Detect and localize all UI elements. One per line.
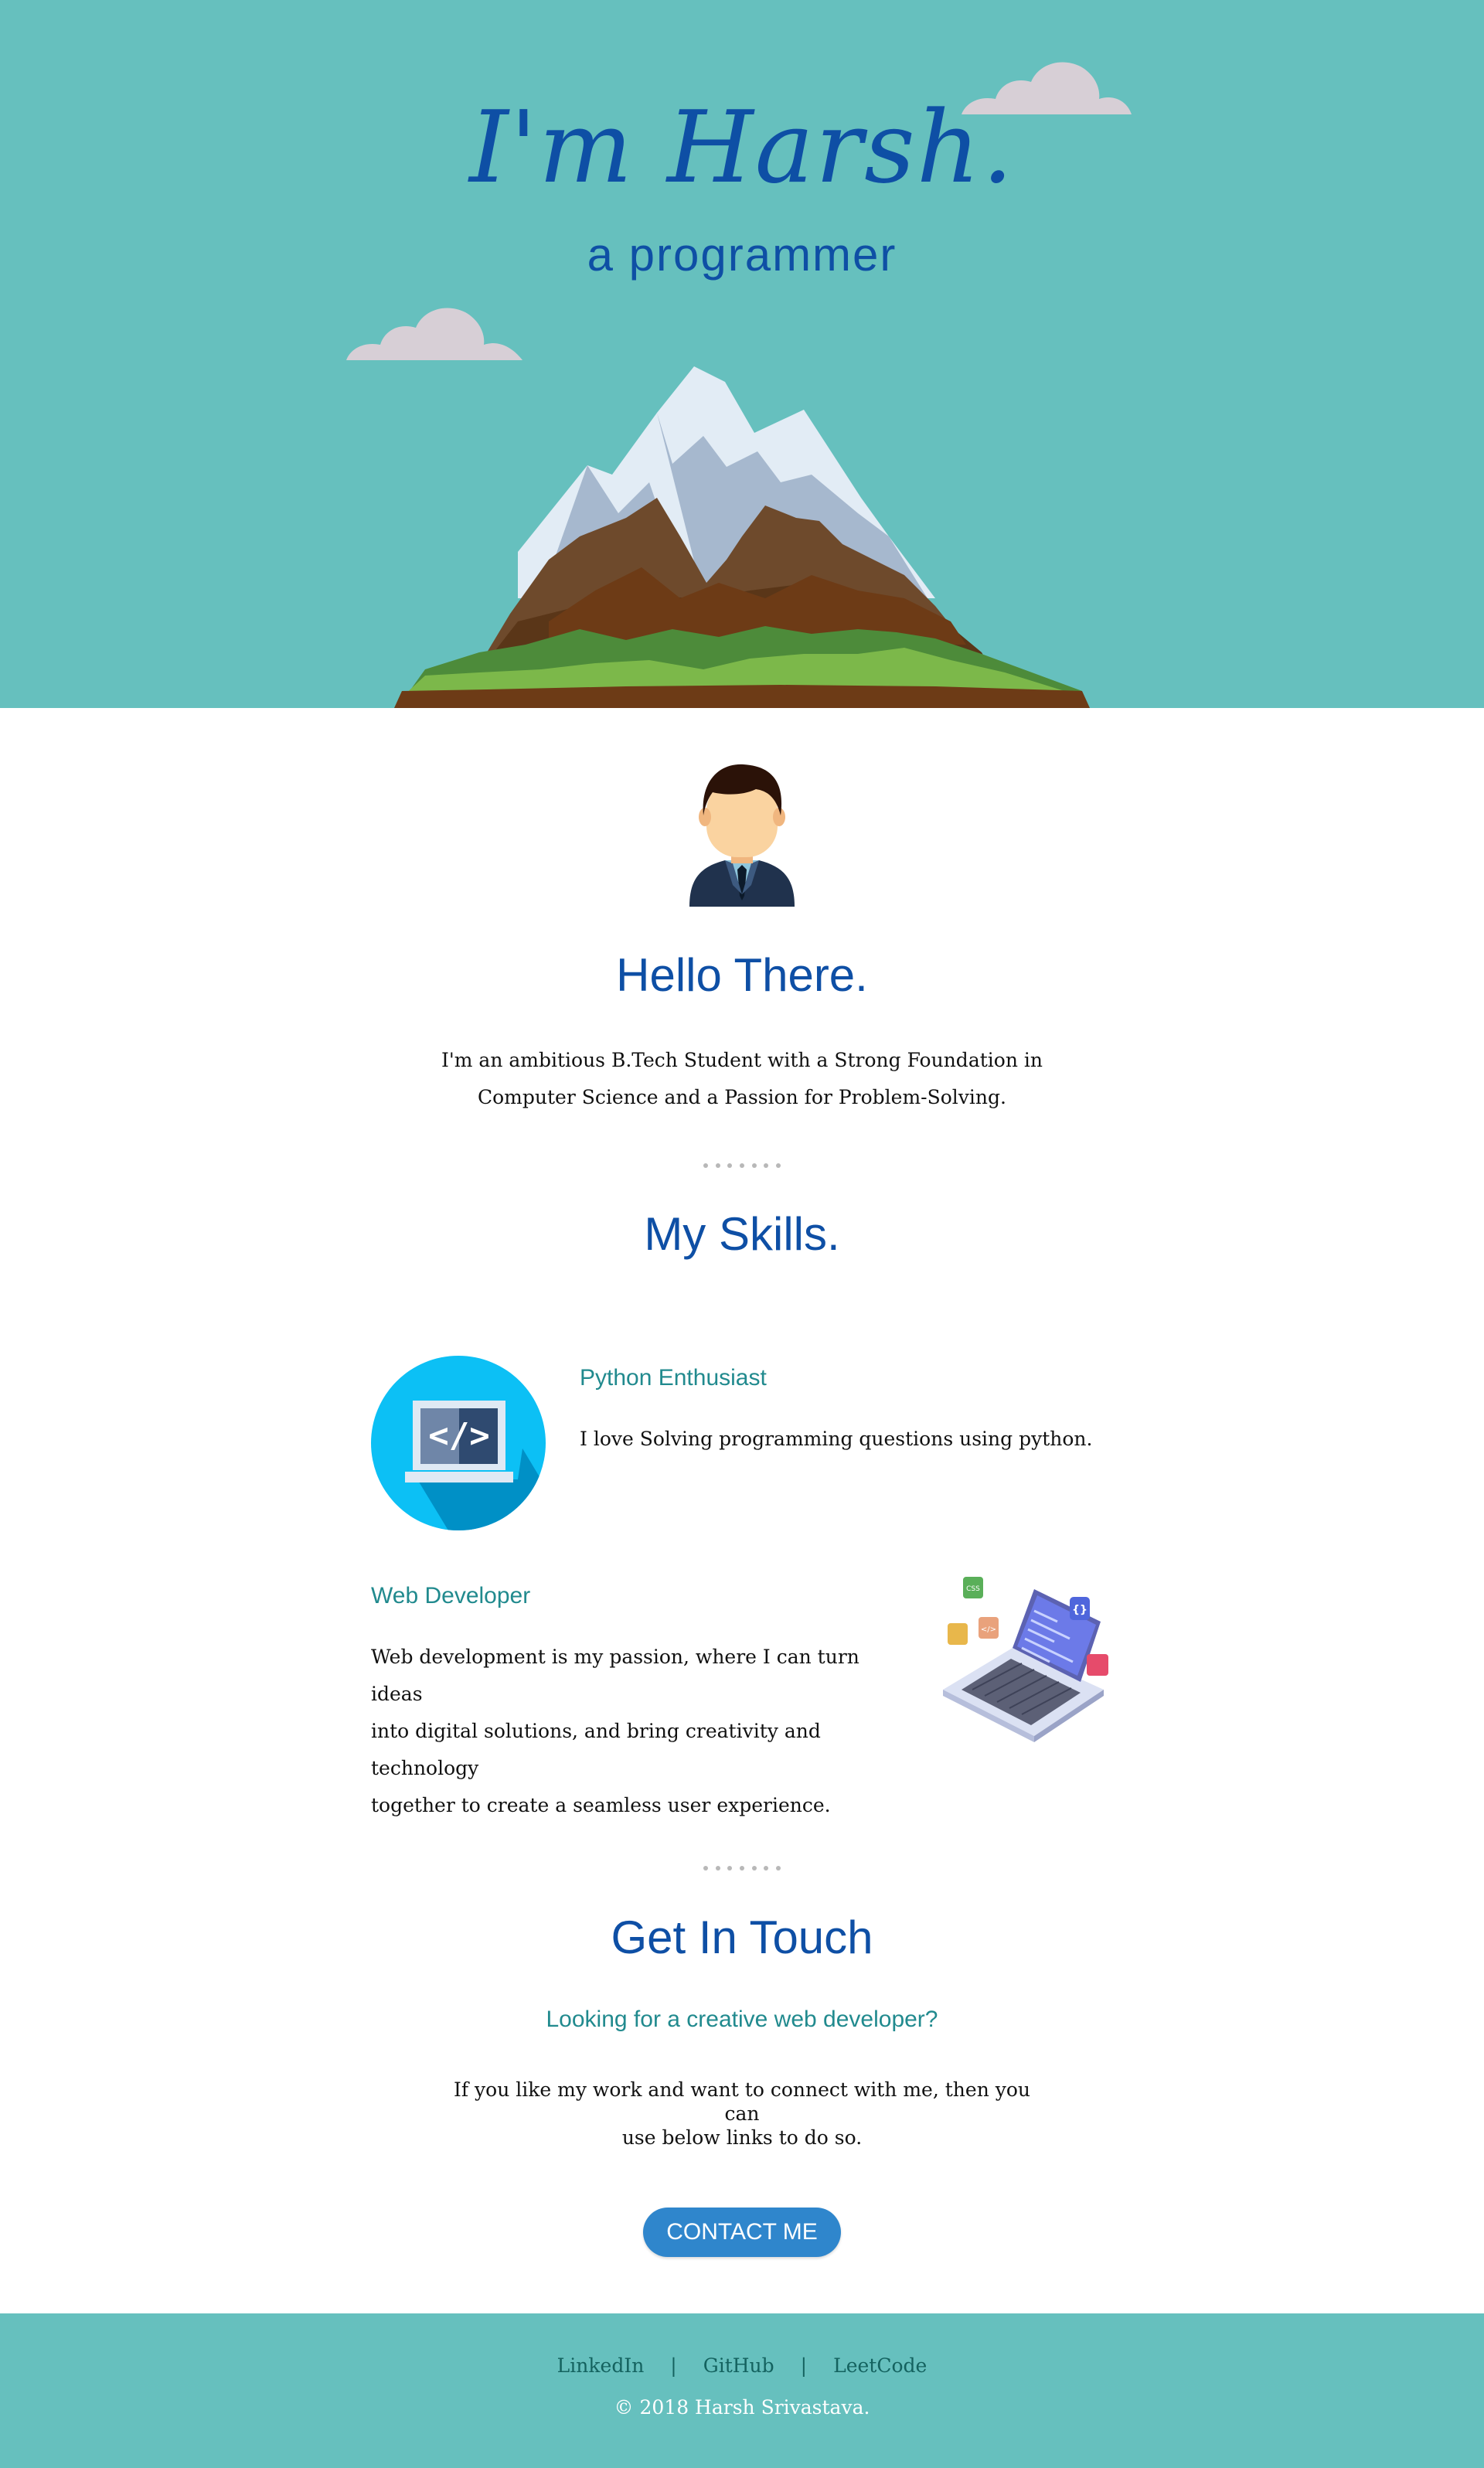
about-text-line: Computer Science and a Passion for Probl… [478,1086,1006,1108]
link-separator: | [670,2354,677,2377]
svg-text:CSS: CSS [966,1585,980,1593]
footer-link-leetcode[interactable]: LeetCode [833,2354,927,2377]
mountain-illustration [394,366,1090,708]
code-laptop-icon: </> [371,1356,546,1530]
footer: LinkedIn | GitHub | LeetCode © 2018 Harsh Sr… [0,2313,1484,2468]
isometric-laptop-icon: CSS </> {} [943,1577,1108,1742]
svg-text:</>: </> [428,1416,489,1455]
skills-title: My Skills. [644,1208,840,1260]
svg-text:{}: {} [1072,1604,1087,1616]
link-separator: | [800,2354,808,2377]
copyright-text: © 2018 Harsh Srivastava. [614,2396,870,2419]
skill-title-python: Python Enthusiast [580,1365,767,1391]
skill-text-line: together to create a seamless user exper… [371,1794,831,1816]
footer-link-github[interactable]: GitHub [703,2354,774,2377]
cloud-icon [346,308,522,360]
svg-text:</>: </> [981,1625,996,1634]
about-text-line: I'm an ambitious B.Tech Student with a S… [441,1049,1043,1071]
avatar-icon [689,764,795,907]
contact-text-line: If you like my work and want to connect … [453,2078,1031,2125]
contact-text-line: use below links to do so. [621,2126,863,2149]
hero-title: I'm Harsh. [469,90,1015,206]
skill-text-web: Web development is my passion, where I c… [371,1639,912,1824]
skill-title-web: Web Developer [371,1583,531,1608]
about-title: Hello There. [616,949,868,1001]
hero-section: I'm Harsh. a programmer [0,0,1484,708]
footer-links: LinkedIn | GitHub | LeetCode [0,2351,1484,2381]
hero-subtitle: a programmer [587,229,897,281]
portfolio-page: I'm Harsh. a programmer Hello There. I'm… [0,0,1484,2468]
dots-divider [703,1163,781,1169]
skill-text-line: Web development is my passion, where I c… [371,1646,859,1705]
contact-text: If you like my work and want to connect … [448,2078,1036,2150]
contact-me-button[interactable]: CONTACT ME [643,2208,841,2257]
skill-text-python: I love Solving programming questions usi… [580,1428,1093,1450]
footer-link-linkedin[interactable]: LinkedIn [557,2354,645,2377]
contact-title: Get In Touch [611,1911,873,1963]
contact-subtitle: Looking for a creative web developer? [546,2007,938,2032]
skill-text-line: into digital solutions, and bring creati… [371,1720,821,1779]
dots-divider [703,1866,781,1872]
about-text: I'm an ambitious B.Tech Student with a S… [433,1042,1051,1116]
